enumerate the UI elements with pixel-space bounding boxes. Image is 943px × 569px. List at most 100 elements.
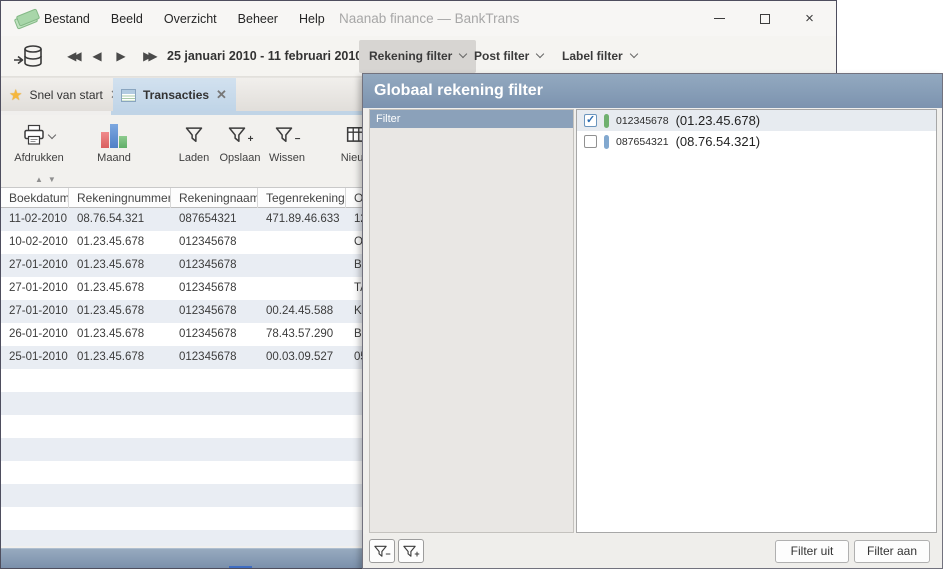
- minimize-button[interactable]: [697, 1, 742, 36]
- nav-prev-button[interactable]: ◀: [87, 36, 107, 77]
- column-header-boekdatum[interactable]: Boekdatum: [1, 188, 69, 208]
- column-header-rekeningnummer[interactable]: Rekeningnummer: [69, 188, 171, 208]
- close-button[interactable]: ×: [787, 1, 832, 36]
- table-icon: [121, 89, 136, 102]
- cell-rekeningnaam: 012345678: [171, 231, 258, 254]
- date-range-dropdown[interactable]: 25 januari 2010 - 11 februari 2010: [167, 36, 376, 77]
- filter-uit-button[interactable]: Filter uit: [775, 540, 849, 563]
- tab-close-icon[interactable]: ✕: [216, 87, 227, 103]
- cell-rekeningnaam: 012345678: [171, 300, 258, 323]
- rekening-filter-button[interactable]: Rekening filter: [359, 40, 476, 73]
- cell-boekdatum: 25-01-2010: [1, 346, 69, 369]
- minus-glyph: −: [385, 549, 390, 559]
- post-filter-button[interactable]: Post filter: [464, 40, 553, 73]
- maximize-icon: [760, 14, 770, 24]
- account-color-bar: [604, 114, 609, 128]
- nav-last-button[interactable]: ▶▶: [133, 36, 163, 77]
- chevron-down-icon: [536, 50, 544, 58]
- cell-tegenrekening: 471.89.46.633: [258, 208, 346, 231]
- globaal-rekening-filter-dialog: Globaal rekening filter Filter 012345678…: [362, 73, 943, 569]
- double-right-arrow-icon: ▶▶: [143, 49, 153, 63]
- column-header-tegenrekening[interactable]: Tegenrekening: [258, 188, 346, 208]
- cell-rekeningnaam: 012345678: [171, 323, 258, 346]
- dialog-footer: − + Filter uit Filter aan: [363, 534, 942, 569]
- column-header-rekeningnaam[interactable]: Rekeningnaam: [171, 188, 258, 208]
- tab-label: Transacties: [143, 88, 209, 102]
- maand-button[interactable]: Maand: [74, 121, 154, 169]
- account-number: (01.23.45.678): [676, 113, 761, 128]
- collapse-expand-arrows[interactable]: ▲▼: [35, 175, 61, 184]
- afdrukken-button[interactable]: Afdrukken: [0, 121, 79, 169]
- close-icon: ×: [805, 11, 814, 26]
- menubar: Bestand Beeld Overzicht Beheer Help: [44, 1, 325, 36]
- cell-boekdatum: 27-01-2010: [1, 277, 69, 300]
- tab-label: Snel van start: [29, 88, 102, 102]
- nav-first-button[interactable]: ◀◀: [57, 36, 87, 77]
- cell-rekeningnaam: 012345678: [171, 277, 258, 300]
- cell-boekdatum: 26-01-2010: [1, 323, 69, 346]
- cell-boekdatum: 11-02-2010: [1, 208, 69, 231]
- remove-filter-button[interactable]: −: [369, 539, 395, 563]
- cell-rekeningnummer: 01.23.45.678: [69, 254, 171, 277]
- menu-beheer[interactable]: Beheer: [238, 12, 278, 26]
- cell-tegenrekening: [258, 277, 346, 300]
- checkbox-unchecked[interactable]: [584, 135, 597, 148]
- left-arrow-icon: ◀: [92, 49, 101, 63]
- maximize-button[interactable]: [742, 1, 787, 36]
- chevron-down-icon: [629, 50, 637, 58]
- cell-rekeningnummer: 01.23.45.678: [69, 231, 171, 254]
- add-filter-button[interactable]: +: [398, 539, 424, 563]
- filter-panel-header: Filter: [370, 110, 573, 128]
- funnel-minus-icon: [274, 125, 294, 145]
- account-number: (08.76.54.321): [676, 134, 761, 149]
- cell-tegenrekening: 00.24.45.588: [258, 300, 346, 323]
- account-color-bar: [604, 135, 609, 149]
- right-arrow-icon: ▶: [116, 49, 125, 63]
- cell-rekeningnummer: 01.23.45.678: [69, 323, 171, 346]
- cell-rekeningnaam: 012345678: [171, 254, 258, 277]
- menu-help[interactable]: Help: [299, 12, 325, 26]
- menu-bestand[interactable]: Bestand: [44, 12, 90, 26]
- checkbox-checked[interactable]: [584, 114, 597, 127]
- chevron-down-icon: [48, 131, 56, 139]
- funnel-plus-icon: [227, 125, 247, 145]
- titlebar: Bestand Beeld Overzicht Beheer Help Naan…: [1, 1, 836, 36]
- cell-rekeningnummer: 01.23.45.678: [69, 277, 171, 300]
- dialog-title: Globaal rekening filter: [363, 74, 942, 108]
- account-list-item[interactable]: 087654321 (08.76.54.321): [577, 131, 936, 152]
- cell-boekdatum: 27-01-2010: [1, 254, 69, 277]
- app-logo-icon: [14, 9, 40, 29]
- cell-rekeningnummer: 01.23.45.678: [69, 346, 171, 369]
- cell-boekdatum: 27-01-2010: [1, 300, 69, 323]
- cell-rekeningnaam: 012345678: [171, 346, 258, 369]
- cell-rekeningnaam: 087654321: [171, 208, 258, 231]
- tab-transacties[interactable]: Transacties ✕: [113, 78, 236, 112]
- star-icon: ★: [9, 86, 22, 104]
- cell-tegenrekening: [258, 254, 346, 277]
- cell-tegenrekening: 78.43.57.290: [258, 323, 346, 346]
- database-import-icon[interactable]: [13, 43, 45, 71]
- menu-overzicht[interactable]: Overzicht: [164, 12, 217, 26]
- minimize-icon: [714, 18, 725, 19]
- cell-rekeningnummer: 08.76.54.321: [69, 208, 171, 231]
- wissen-button[interactable]: − Wissen: [247, 121, 327, 169]
- main-toolbar: ◀◀ ◀ ▶ ▶▶ 25 januari 2010 - 11 februari …: [1, 36, 836, 77]
- filter-aan-button[interactable]: Filter aan: [854, 540, 930, 563]
- account-name: 012345678: [616, 115, 669, 127]
- window-controls: ×: [697, 1, 832, 36]
- cell-boekdatum: 10-02-2010: [1, 231, 69, 254]
- minus-glyph: −: [295, 134, 301, 145]
- label-filter-button[interactable]: Label filter: [552, 40, 647, 73]
- bar-chart-icon: [101, 122, 127, 148]
- nav-next-button[interactable]: ▶: [111, 36, 131, 77]
- account-list: 012345678 (01.23.45.678) 087654321 (08.7…: [576, 109, 937, 533]
- plus-glyph: +: [414, 549, 419, 559]
- cell-tegenrekening: 00.03.09.527: [258, 346, 346, 369]
- menu-beeld[interactable]: Beeld: [111, 12, 143, 26]
- cell-rekeningnummer: 01.23.45.678: [69, 300, 171, 323]
- filter-panel: Filter: [369, 109, 574, 533]
- printer-icon: [23, 124, 45, 146]
- window-title: Naanab finance — BankTrans: [339, 1, 519, 36]
- tab-snel-van-start[interactable]: ★ Snel van start ✕: [1, 78, 111, 112]
- account-list-item[interactable]: 012345678 (01.23.45.678): [577, 110, 936, 131]
